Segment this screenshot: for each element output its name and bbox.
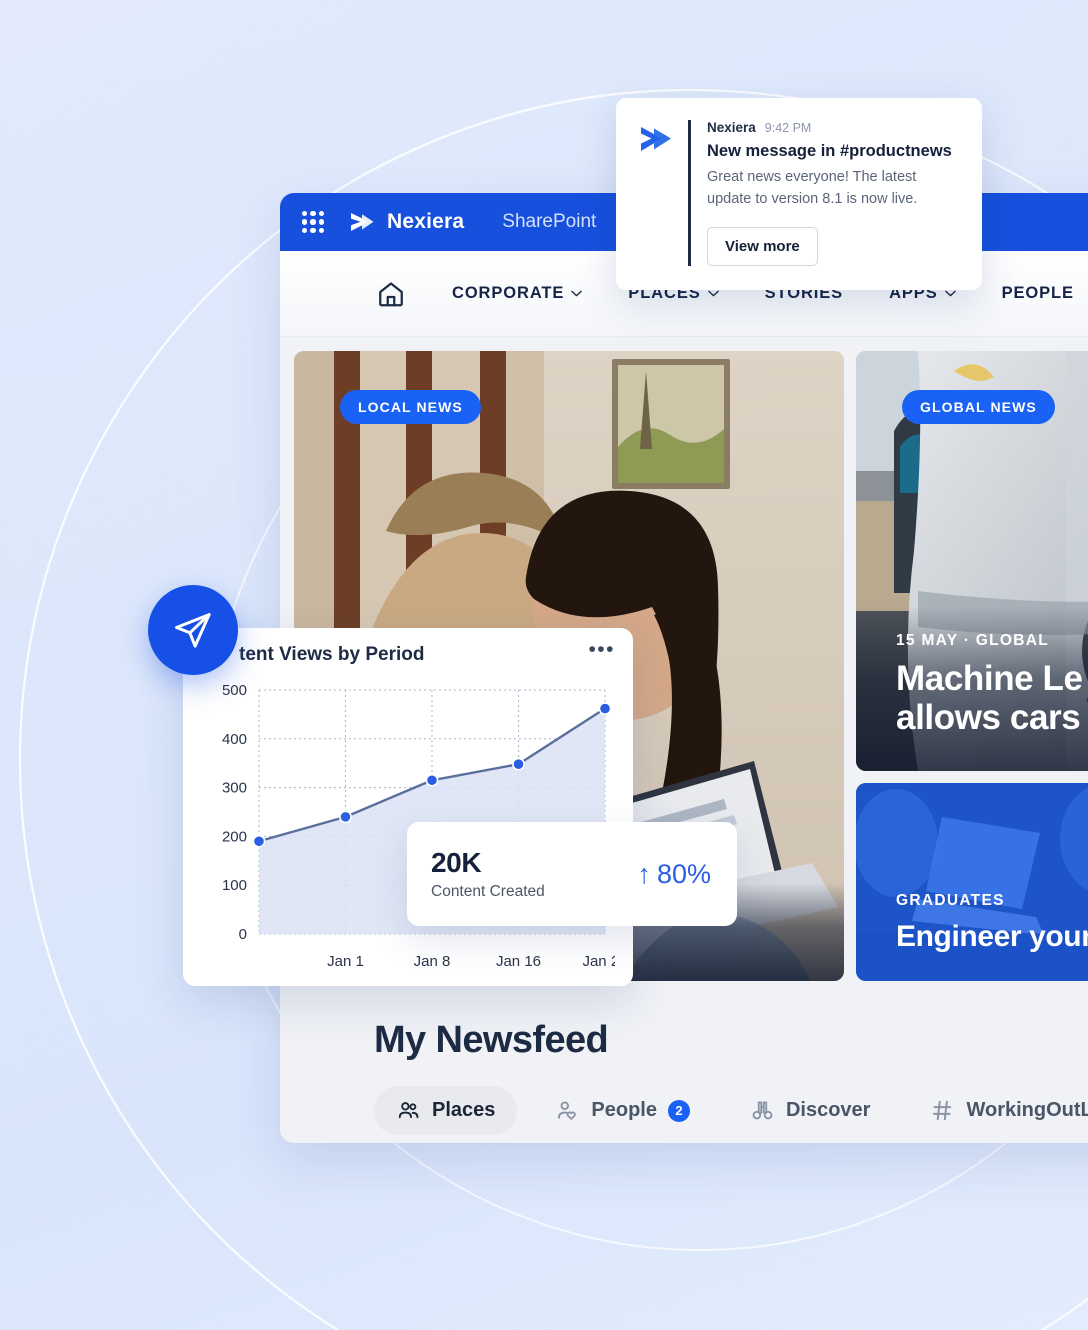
stat-text-block: 20K Content Created	[431, 847, 545, 901]
toast-meta: Nexiera 9:42 PM	[707, 120, 958, 135]
nav-label: CORPORATE	[452, 284, 565, 302]
people-group-icon	[398, 1102, 419, 1119]
nav-label: PEOPLE	[1001, 284, 1074, 302]
nav-item-corporate[interactable]: CORPORATE	[452, 284, 583, 303]
stat-delta: ↑ 80%	[637, 859, 711, 890]
view-more-button[interactable]: View more	[707, 226, 818, 266]
svg-text:Jan 16: Jan 16	[496, 953, 541, 970]
svg-text:Jan 8: Jan 8	[414, 953, 451, 970]
global-news-headline-1: Machine Le	[896, 659, 1083, 698]
svg-text:100: 100	[222, 877, 247, 894]
toast-app-name: Nexiera	[707, 120, 756, 135]
global-news-card[interactable]: GLOBAL NEWS 15 MAY · GLOBAL Machine Le a…	[856, 351, 1088, 771]
newsfeed-tabs: Places People 2 Discover WorkingOutL	[374, 1086, 1088, 1135]
brand-logo[interactable]: Nexiera	[348, 210, 464, 234]
suite-app-name[interactable]: SharePoint	[502, 211, 596, 233]
tab-badge-count: 2	[667, 1099, 690, 1122]
brand-name: Nexiera	[387, 210, 465, 233]
nexiera-chevron-logo	[641, 127, 671, 151]
hashtag-icon	[933, 1100, 952, 1121]
tab-label: Discover	[785, 1099, 871, 1121]
tab-label: People	[591, 1099, 657, 1121]
toast-body: Nexiera 9:42 PM New message in #productn…	[688, 120, 958, 266]
nexiera-chevron-logo	[351, 213, 374, 231]
chevron-down-icon	[707, 290, 719, 297]
svg-text:Jan 1: Jan 1	[327, 953, 364, 970]
svg-text:400: 400	[222, 731, 247, 748]
toast-title: New message in #productnews	[707, 142, 952, 160]
content-views-chart-card: tent Views by Period ••• 0 100 200 300 400 50…	[183, 628, 633, 986]
binoculars-icon	[752, 1101, 773, 1120]
global-news-kicker: 15 MAY · GLOBAL	[896, 632, 1049, 649]
home-icon[interactable]	[376, 279, 406, 309]
graduates-headline: Engineer your c	[896, 920, 1088, 953]
hero-badge: LOCAL NEWS	[340, 390, 481, 424]
tab-places[interactable]: Places	[374, 1086, 518, 1135]
content-created-stat-card[interactable]: 20K Content Created ↑ 80%	[407, 822, 737, 926]
stat-value: 20K	[431, 847, 482, 878]
stat-delta-value: 80%	[656, 858, 711, 889]
app-grid-icon[interactable]	[302, 211, 324, 233]
ellipsis-icon[interactable]: •••	[588, 639, 615, 659]
global-news-overlay: 15 MAY · GLOBAL Machine Le allows cars	[856, 606, 1088, 771]
tab-label: Places	[432, 1099, 496, 1121]
trend-up-arrow-icon: ↑	[637, 858, 651, 889]
graduates-promo-card[interactable]: GRADUATES Engineer your c	[856, 783, 1088, 981]
svg-text:200: 200	[222, 828, 247, 845]
notification-toast[interactable]: Nexiera 9:42 PM New message in #productn…	[616, 98, 982, 290]
newsfeed-section: My Newsfeed Places People 2 Discover Wor…	[280, 981, 1088, 1135]
tab-discover[interactable]: Discover	[728, 1086, 893, 1135]
person-heart-icon	[558, 1101, 577, 1120]
graduates-overlay: GRADUATES Engineer your c	[856, 866, 1088, 981]
graduates-kicker: GRADUATES	[896, 892, 1005, 909]
tab-workingoutloud[interactable]: WorkingOutLoud	[908, 1086, 1088, 1135]
tab-label: WorkingOutLoud	[966, 1099, 1088, 1121]
chart-header: tent Views by Period •••	[201, 639, 615, 666]
right-cards-column: GLOBAL NEWS 15 MAY · GLOBAL Machine Le a…	[856, 351, 1088, 981]
nav-item-people[interactable]: PEOPLE	[1002, 284, 1074, 303]
chevron-down-icon	[571, 290, 583, 297]
toast-message: Great news everyone! The latest update t…	[707, 169, 918, 207]
stat-label: Content Created	[431, 883, 545, 900]
send-paper-plane-icon	[175, 613, 211, 648]
global-news-headline-2: allows cars	[896, 697, 1081, 737]
tab-people[interactable]: People 2	[533, 1086, 712, 1135]
svg-text:500: 500	[222, 682, 247, 699]
svg-text:300: 300	[222, 780, 247, 797]
global-news-badge: GLOBAL NEWS	[902, 390, 1055, 424]
toast-timestamp: 9:42 PM	[764, 121, 812, 135]
svg-text:0: 0	[239, 926, 247, 943]
chevron-down-icon	[944, 290, 956, 297]
page-title: My Newsfeed	[374, 1019, 609, 1061]
send-fab-button[interactable]	[148, 585, 238, 675]
svg-text:Jan 23: Jan 23	[582, 953, 615, 970]
